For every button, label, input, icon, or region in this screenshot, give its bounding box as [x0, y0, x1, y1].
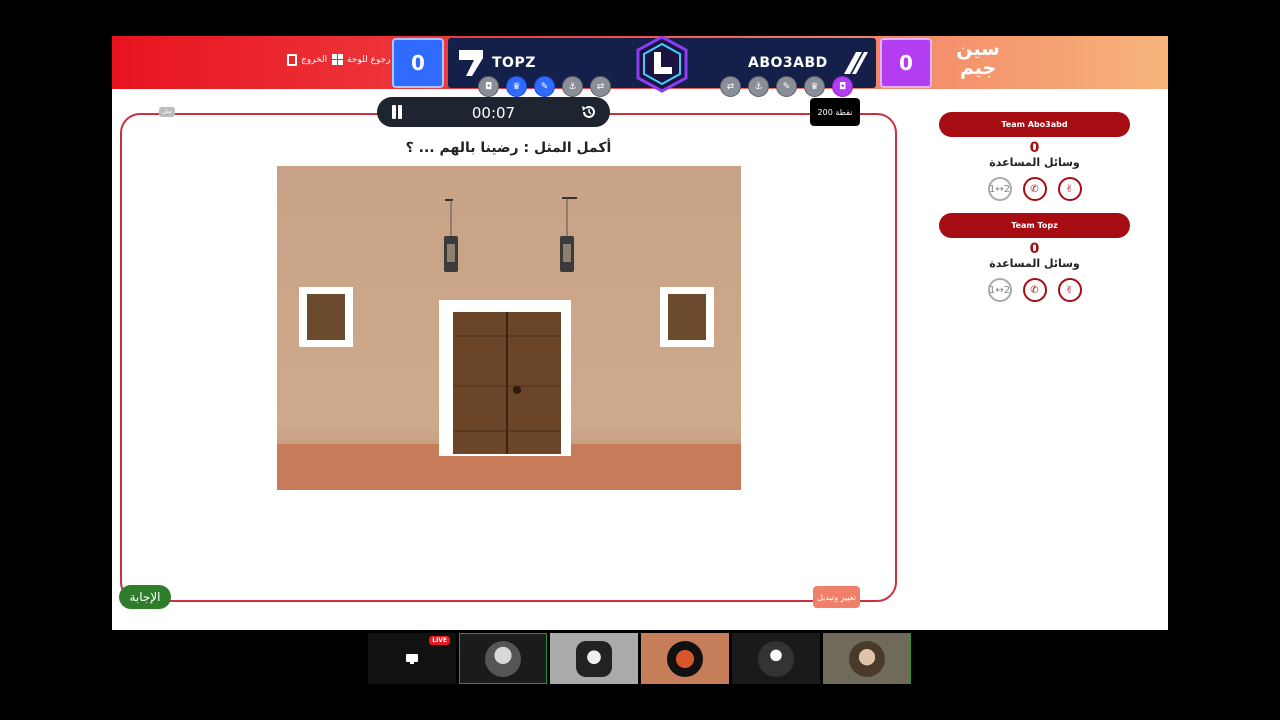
participant-tile[interactable]	[641, 633, 729, 684]
points-badge: 200 نقطة	[810, 98, 860, 126]
avatar	[576, 640, 612, 677]
topz-logo-icon	[459, 50, 483, 76]
swap-icon[interactable]: ⇄	[590, 76, 611, 97]
question-text: أكمل المثل : رضينا بالهم ... ؟	[405, 140, 612, 156]
brand-logo: سين جيم	[952, 40, 1004, 84]
helpers-label: وسائل المساعدة	[989, 156, 1080, 169]
avatar	[667, 640, 703, 677]
avatar	[485, 640, 521, 677]
screen-share-tile[interactable]: LIVE	[368, 633, 456, 684]
grid-icon	[332, 54, 343, 65]
team-abo3abd-score: 0	[880, 38, 932, 88]
swap-12-icon[interactable]: 1↔2	[987, 278, 1012, 302]
mic-icon[interactable]: ✎	[776, 76, 797, 97]
question-category-label: مثل	[159, 107, 175, 117]
phone-icon[interactable]: ✆	[1022, 177, 1047, 201]
mic-icon[interactable]: ✎	[534, 76, 555, 97]
monitor-icon	[406, 653, 418, 664]
back-to-board-label: رجوع للوحة	[347, 54, 391, 65]
team-abo3abd-panel: Team Abo3abd 0 وسائل المساعدة 1↔2 ✆ ✌	[939, 112, 1130, 201]
phone-icon[interactable]: ✆	[1022, 278, 1047, 302]
car-icon[interactable]: ◘	[832, 76, 853, 97]
swap-12-icon[interactable]: 1↔2	[987, 177, 1012, 201]
peace-icon[interactable]: ✌	[1057, 177, 1082, 201]
reset-timer-icon[interactable]	[580, 103, 598, 121]
exit-icon	[287, 54, 297, 66]
timer-value: 00:07	[471, 104, 516, 122]
avatar	[849, 640, 885, 677]
helpers-row: 1↔2 ✆ ✌	[939, 278, 1130, 302]
team-topz-panel: Team Topz 0 وسائل المساعدة 1↔2 ✆ ✌	[939, 213, 1130, 302]
trophy-icon[interactable]: ♛	[804, 76, 825, 97]
team-topz-panel-score: 0	[1029, 241, 1040, 257]
live-badge: LIVE	[429, 636, 450, 645]
brand-logo-line2: جيم	[959, 57, 997, 79]
game-window: رجوع للوحة الخروج 0 TOPZ ABO3ABD ◘ ♛ ✎ ⚓…	[112, 36, 1168, 630]
avatar	[758, 640, 794, 677]
team-abo3abd-label: Team Abo3abd	[939, 112, 1130, 137]
exit-label: الخروج	[301, 55, 328, 65]
switch-question-button[interactable]: تغيير وتبديل	[813, 586, 860, 608]
trophy-icon[interactable]: ♛	[506, 76, 527, 97]
anchor-icon[interactable]: ⚓	[562, 76, 583, 97]
peace-icon[interactable]: ✌	[1057, 278, 1082, 302]
helpers-row: 1↔2 ✆ ✌	[939, 177, 1130, 201]
team-topz-score: 0	[392, 38, 444, 88]
participant-tile[interactable]	[823, 633, 911, 684]
team-left-name: TOPZ	[492, 55, 536, 71]
answer-button[interactable]: الإجابة	[119, 585, 171, 609]
exit-button[interactable]: الخروج	[287, 54, 327, 66]
abo3abd-logo-icon	[844, 52, 868, 74]
video-call-strip: LIVE	[368, 633, 912, 684]
participant-tile[interactable]	[550, 633, 638, 684]
participant-tile[interactable]	[732, 633, 820, 684]
timer-bar: 00:07	[377, 97, 610, 127]
car-icon[interactable]: ◘	[478, 76, 499, 97]
participant-tile[interactable]	[459, 633, 547, 684]
team-right-name: ABO3ABD	[748, 55, 828, 71]
question-image	[277, 166, 741, 490]
top-bar: رجوع للوحة الخروج 0 TOPZ ABO3ABD ◘ ♛ ✎ ⚓…	[112, 36, 1168, 97]
anchor-icon[interactable]: ⚓	[748, 76, 769, 97]
center-emblem-icon	[636, 36, 688, 93]
swap-icon[interactable]: ⇄	[720, 76, 741, 97]
back-to-board-button[interactable]: رجوع للوحة	[332, 54, 391, 65]
powerups-left: ◘ ♛ ✎ ⚓ ⇄	[478, 76, 611, 97]
powerups-right: ⇄ ⚓ ✎ ♛ ◘	[720, 76, 853, 97]
team-topz-label: Team Topz	[939, 213, 1130, 238]
helpers-label: وسائل المساعدة	[989, 257, 1080, 270]
team-abo3abd-panel-score: 0	[1029, 140, 1040, 156]
